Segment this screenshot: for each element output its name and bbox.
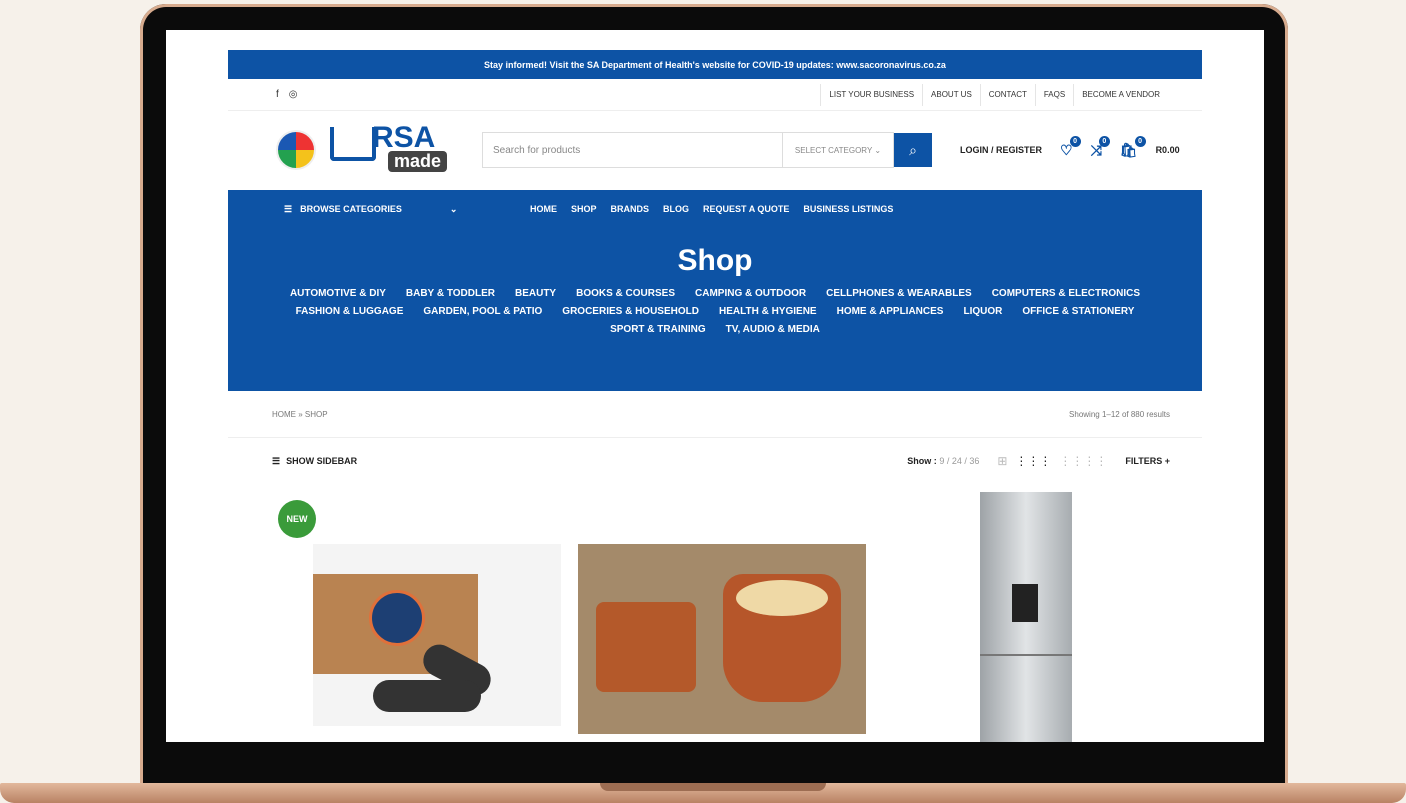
breadcrumb[interactable]: HOME » SHOP bbox=[272, 410, 328, 419]
browse-categories-button[interactable]: ☰ BROWSE CATEGORIES ⌄ bbox=[284, 204, 464, 215]
chevron-down-icon: ⌄ bbox=[449, 203, 458, 214]
nav-blog[interactable]: BLOG bbox=[663, 204, 689, 214]
category-link[interactable]: FASHION & LUGGAGE bbox=[296, 306, 404, 317]
wishlist-count-badge: 0 bbox=[1069, 135, 1081, 147]
category-link[interactable]: COMPUTERS & ELECTRONICS bbox=[992, 288, 1140, 299]
laptop-notch bbox=[600, 783, 826, 791]
nav-shop[interactable]: SHOP bbox=[571, 204, 597, 214]
show-label: Show : bbox=[907, 456, 937, 466]
category-link[interactable]: GROCERIES & HOUSEHOLD bbox=[562, 306, 699, 317]
menu-icon: ☰ bbox=[284, 203, 293, 214]
product-seal-graphic bbox=[369, 590, 425, 646]
shop-meta: HOME » SHOP Showing 1–12 of 880 results bbox=[228, 391, 1202, 438]
category-link[interactable]: HOME & APPLIANCES bbox=[837, 306, 944, 317]
utility-links: LIST YOUR BUSINESS ABOUT US CONTACT FAQS… bbox=[820, 83, 1168, 106]
cart-total[interactable]: R0.00 bbox=[1156, 145, 1180, 155]
search-bar: Search for products SELECT CATEGORY ⌄ bbox=[482, 132, 894, 168]
per-page-options[interactable]: 9 / 24 / 36 bbox=[939, 456, 979, 466]
pot-graphic bbox=[596, 602, 696, 692]
category-select[interactable]: SELECT CATEGORY ⌄ bbox=[782, 133, 893, 167]
social-links: f ◎ bbox=[276, 89, 298, 100]
search-input[interactable]: Search for products bbox=[483, 145, 782, 156]
filters-button[interactable]: FILTERS + bbox=[1125, 456, 1170, 466]
compare-button[interactable]: ⤨ 0 bbox=[1091, 135, 1110, 159]
category-links: AUTOMOTIVE & DIY BABY & TODDLER BEAUTY B… bbox=[265, 288, 1165, 335]
announcement-bar: Stay informed! Visit the SA Department o… bbox=[228, 50, 1202, 79]
login-register-link[interactable]: LOGIN / REGISTER bbox=[960, 145, 1042, 155]
announcement-text[interactable]: Stay informed! Visit the SA Department o… bbox=[484, 60, 946, 70]
logo-made-text: made bbox=[388, 151, 448, 172]
nav-business-listings[interactable]: BUSINESS LISTINGS bbox=[803, 204, 893, 214]
shop-toolbar: ☰ SHOW SIDEBAR Show : 9 / 24 / 36 ⊞ ⋮⋮⋮ … bbox=[228, 437, 1202, 485]
show-sidebar-label: SHOW SIDEBAR bbox=[286, 456, 358, 466]
laptop-base bbox=[0, 783, 1406, 803]
new-badge: NEW bbox=[278, 500, 316, 538]
category-link[interactable]: HEALTH & HYGIENE bbox=[719, 306, 817, 317]
category-link[interactable]: TV, AUDIO & MEDIA bbox=[726, 324, 820, 335]
logo-rsa-text: RSA bbox=[372, 121, 436, 154]
rsa-made-logo[interactable]: RSA made bbox=[330, 121, 466, 179]
browser-screen: Stay informed! Visit the SA Department o… bbox=[166, 30, 1264, 742]
search-button[interactable]: ⌕ bbox=[894, 133, 932, 167]
link-list-your-business[interactable]: LIST YOUR BUSINESS bbox=[820, 83, 922, 106]
menu-links: HOME SHOP BRANDS BLOG REQUEST A QUOTE BU… bbox=[530, 204, 893, 214]
search-icon: ⌕ bbox=[909, 141, 917, 158]
product-image-clay-pots[interactable] bbox=[578, 544, 866, 734]
grid-switcher: ⊞ ⋮⋮⋮ ⋮⋮⋮⋮ bbox=[997, 454, 1107, 468]
product-grid: NEW bbox=[228, 492, 1202, 742]
cream-graphic bbox=[736, 580, 828, 616]
grid-4-icon[interactable]: ⋮⋮⋮⋮ bbox=[1059, 454, 1107, 468]
sa-emblem-icon bbox=[276, 130, 316, 170]
link-about-us[interactable]: ABOUT US bbox=[922, 83, 980, 106]
category-link[interactable]: BABY & TODDLER bbox=[406, 288, 495, 299]
result-count: Showing 1–12 of 880 results bbox=[1069, 409, 1170, 419]
category-link[interactable]: LIQUOR bbox=[963, 306, 1002, 317]
link-become-a-vendor[interactable]: BECOME A VENDOR bbox=[1073, 83, 1168, 106]
link-contact[interactable]: CONTACT bbox=[979, 83, 1035, 106]
instagram-icon[interactable]: ◎ bbox=[289, 89, 298, 100]
facebook-icon[interactable]: f bbox=[276, 89, 279, 100]
link-faqs[interactable]: FAQS bbox=[1034, 83, 1073, 106]
header-actions: LOGIN / REGISTER ♡ 0 ⤨ 0 🛍 0 R0.00 bbox=[960, 135, 1180, 159]
category-link[interactable]: CAMPING & OUTDOOR bbox=[695, 288, 806, 299]
category-link[interactable]: AUTOMOTIVE & DIY bbox=[290, 288, 386, 299]
cart-count-badge: 0 bbox=[1134, 135, 1146, 147]
site-header: RSA made Search for products SELECT CATE… bbox=[228, 110, 1202, 190]
wishlist-button[interactable]: ♡ 0 bbox=[1060, 135, 1081, 159]
compare-count-badge: 0 bbox=[1098, 135, 1110, 147]
cart-logo-icon bbox=[330, 127, 376, 161]
log-graphic bbox=[373, 680, 481, 712]
grid-3-icon[interactable]: ⋮⋮⋮ bbox=[1015, 454, 1051, 468]
show-sidebar-button[interactable]: ☰ SHOW SIDEBAR bbox=[272, 456, 357, 467]
cart-button[interactable]: 🛍 0 bbox=[1120, 135, 1146, 159]
page-title: Shop bbox=[677, 244, 753, 277]
view-tools: Show : 9 / 24 / 36 ⊞ ⋮⋮⋮ ⋮⋮⋮⋮ FILTERS + bbox=[907, 454, 1170, 468]
fridge-split-graphic bbox=[980, 654, 1072, 656]
category-link[interactable]: SPORT & TRAINING bbox=[610, 324, 706, 335]
nav-home[interactable]: HOME bbox=[530, 204, 557, 214]
product-image-fridge[interactable] bbox=[980, 492, 1072, 742]
category-link[interactable]: CELLPHONES & WEARABLES bbox=[826, 288, 972, 299]
product-image-eco-fire[interactable] bbox=[313, 544, 561, 726]
nav-request-a-quote[interactable]: REQUEST A QUOTE bbox=[703, 204, 789, 214]
sidebar-menu-icon: ☰ bbox=[272, 455, 281, 466]
browse-categories-label: BROWSE CATEGORIES bbox=[300, 204, 402, 214]
category-link[interactable]: OFFICE & STATIONERY bbox=[1022, 306, 1134, 317]
grid-2-icon[interactable]: ⊞ bbox=[997, 454, 1007, 468]
water-dispenser-graphic bbox=[1012, 584, 1038, 622]
category-link[interactable]: BOOKS & COURSES bbox=[576, 288, 675, 299]
category-link[interactable]: BEAUTY bbox=[515, 288, 556, 299]
shop-hero: Shop AUTOMOTIVE & DIY BABY & TODDLER BEA… bbox=[228, 228, 1202, 391]
category-link[interactable]: GARDEN, POOL & PATIO bbox=[423, 306, 542, 317]
main-nav: ☰ BROWSE CATEGORIES ⌄ HOME SHOP BRANDS B… bbox=[228, 190, 1202, 228]
utility-bar: f ◎ LIST YOUR BUSINESS ABOUT US CONTACT … bbox=[228, 79, 1202, 111]
nav-brands[interactable]: BRANDS bbox=[611, 204, 650, 214]
